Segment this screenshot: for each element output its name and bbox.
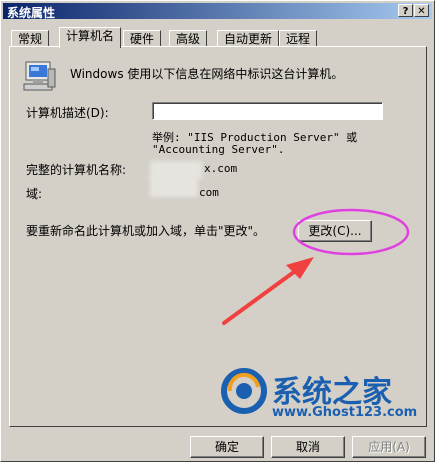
tab-automatic-updates[interactable]: 自动更新 [217,30,280,47]
help-button[interactable]: ? [398,4,413,17]
ok-button-label: 确定 [214,440,239,454]
cancel-button[interactable]: 取消 [271,436,345,458]
apply-button[interactable]: 应用(A) [352,436,426,458]
system-properties-dialog: 系统属性 ? ✕ 常规 计算机名 硬件 高级 自动更新 远程 Windows 使… [0,0,435,462]
pointer-arrow-shaft [222,267,300,325]
computer-name-panel: Windows 使用以下信息在网络中标识这台计算机。 计算机描述(D): 举例:… [9,46,427,427]
window-title: 系统属性 [7,6,56,20]
watermark-logo-icon [221,368,267,414]
tab-computer-name[interactable]: 计算机名 [59,27,122,48]
highlight-ellipse [292,208,410,256]
ok-button[interactable]: 确定 [190,436,264,458]
tab-advanced[interactable]: 高级 [169,30,208,47]
title-bar: 系统属性 ? ✕ [3,3,432,20]
apply-button-label: 应用(A) [368,440,410,454]
tab-general[interactable]: 常规 [11,30,50,47]
tab-hardware[interactable]: 硬件 [123,30,162,47]
tab-remote[interactable]: 远程 [279,30,318,47]
close-button[interactable]: ✕ [414,4,429,17]
cancel-button-label: 取消 [295,440,320,454]
watermark-url: www.Ghost123.com [272,405,418,420]
